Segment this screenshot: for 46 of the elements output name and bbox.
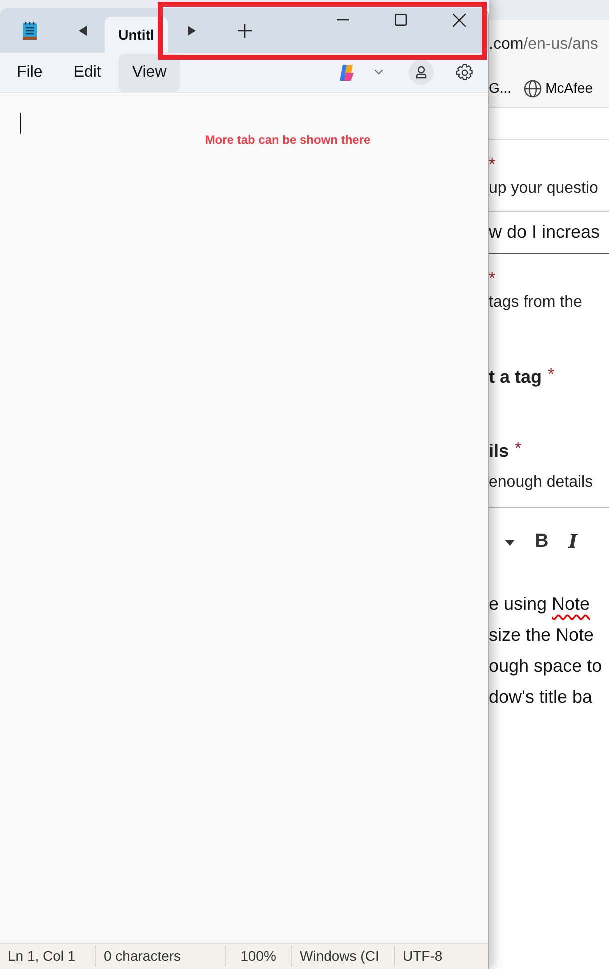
settings-icon[interactable] — [456, 64, 474, 82]
maximize-icon[interactable] — [395, 14, 407, 26]
section-heading: t a tag — [489, 366, 542, 389]
title-input[interactable]: w do I increas — [489, 212, 609, 254]
editor-line: e using Note — [489, 593, 590, 616]
field-hint: tags from the — [489, 293, 582, 313]
bookmark-item[interactable]: G... — [489, 78, 512, 99]
text-editor[interactable]: More tab can be shown there — [0, 93, 488, 943]
rich-text-editor[interactable]: e using Note size the Note ough space to dow's title ba — [489, 577, 609, 713]
menu-item[interactable]: View — [119, 54, 180, 92]
required-mark: * — [515, 438, 522, 460]
status-item: UTF-8 — [394, 946, 474, 967]
editor-line: size the Note — [489, 624, 594, 647]
status-item: Ln 1, Col 1 — [7, 947, 77, 966]
minimize-icon[interactable] — [337, 19, 349, 21]
bookmark-item[interactable]: McAfee — [524, 78, 594, 99]
field-hint: enough details — [489, 473, 594, 493]
status-item: 100% — [225, 946, 291, 967]
notepad-icon — [22, 20, 38, 40]
left-arrow-icon[interactable] — [78, 26, 86, 36]
right-arrow-icon[interactable] — [188, 26, 196, 36]
editor-line: ough space to — [489, 655, 602, 678]
field-hint: up your questio — [489, 179, 598, 199]
chevron-down-icon[interactable] — [375, 70, 383, 75]
status-item: 0 characters — [95, 946, 225, 967]
plus-icon[interactable] — [238, 24, 252, 38]
required-mark: * — [489, 156, 496, 173]
italic-button[interactable]: I — [568, 528, 578, 557]
caret-icon[interactable] — [505, 540, 515, 546]
text-cursor — [20, 113, 21, 134]
menu-item[interactable]: File — [4, 54, 56, 92]
close-icon[interactable] — [452, 14, 466, 27]
person-icon — [416, 66, 427, 79]
required-mark: * — [548, 364, 555, 386]
bold-button[interactable]: B — [535, 528, 549, 557]
menu-item[interactable]: Edit — [60, 54, 114, 92]
document-tab[interactable]: Untitl — [105, 17, 168, 53]
profile-button[interactable] — [409, 60, 434, 85]
sparkle-logo-icon[interactable] — [337, 62, 357, 82]
annotation-note: More tab can be shown there — [205, 132, 371, 149]
required-mark: * — [489, 270, 496, 287]
editor-line: dow's title ba — [489, 686, 592, 709]
section-heading: ils — [489, 440, 510, 463]
address-bar[interactable]: .com/en-us/ans — [489, 33, 598, 57]
status-item: Windows (CI — [291, 946, 394, 967]
globe-icon — [524, 80, 542, 98]
